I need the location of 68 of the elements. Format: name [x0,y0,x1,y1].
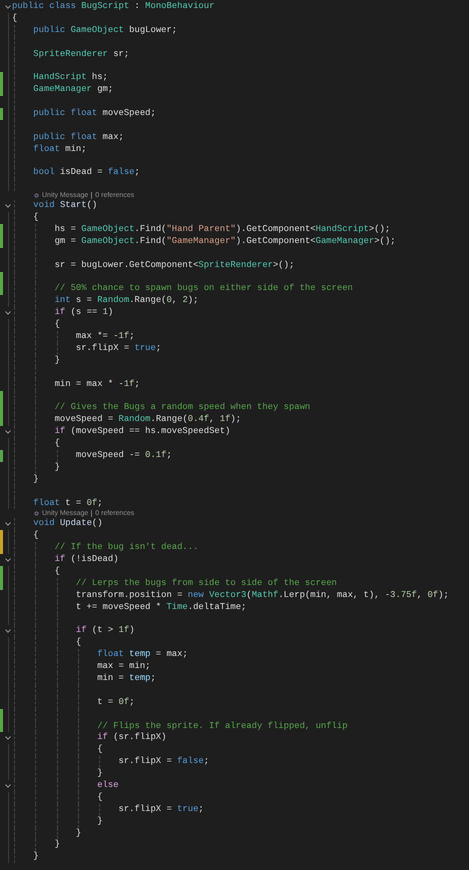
code-line: GameManager gm; [32,84,114,96]
chevron-icon[interactable] [5,784,11,788]
code-line: if (!isDead) [54,554,119,566]
code-line: HandScript hs; [32,72,108,84]
code-line: float min; [32,144,87,156]
chevron-icon[interactable] [5,736,11,740]
code-line: float temp = max; [96,649,188,662]
code-line: sr = bugLower.GetComponent<SpriteRenderer>(); [54,260,294,272]
codelens-icon [34,511,39,516]
code-line: } [32,851,39,864]
code-line: max *= -1f; [74,331,135,343]
code-line: } [54,462,60,474]
code-line: // If the bug isn't dead... [54,542,198,554]
code-line: t = 0f; [96,696,135,709]
code-line: gm = GameObject.Find("GameManager").GetComponent<GameManager>(); [54,236,396,248]
code-line: public class BugScript : MonoBehaviour [12,1,214,13]
code-line: moveSpeed -= 0.1f; [74,450,172,462]
code-line: if (moveSpeed == hs.moveSpeedSet) [54,426,230,438]
code-line: // Flips the sprite. If already flipped, unflip [96,720,348,732]
chevron-icon[interactable] [5,522,11,526]
code-line: if (t > 1f) [74,625,135,638]
code-line: { [54,319,60,332]
codelens-icon [34,193,39,198]
code-line: // Gives the Bugs a random speed when they spawn [54,402,310,414]
code-line: public GameObject bugLower; [32,24,178,37]
chevron-icon[interactable] [5,204,11,208]
code-line: { [74,637,82,650]
code-line: } [54,354,60,367]
code-line: min = max * -1f; [54,378,140,390]
code-line: bool isDead = false; [32,167,140,180]
code-line: t += moveSpeed * Time.deltaTime; [74,602,246,614]
code-line: { [32,530,39,542]
code-line: moveSpeed = Random.Range(0.4f, 1f); [54,414,242,426]
code-line: { [96,744,103,756]
code-line: transform.position = new Vector3(Mathf.Lerp(min, max, t), -3.75f, 0f); [74,590,449,602]
code-line: int s = Random.Range(0, 2); [54,295,198,308]
code-line: { [54,438,60,450]
code-line: else [96,780,119,792]
code-line: public float max; [32,132,124,144]
code-line: void Update() [32,518,103,530]
chevron-icon[interactable] [5,311,11,316]
code-line: } [32,474,39,486]
code-line: { [12,12,18,25]
chevron-icon[interactable] [5,629,11,634]
code-line: // 50% chance to spawn bugs on either side of the screen [54,283,353,296]
code-line: sr.flipX = true; [74,342,162,355]
code-line: max = min; [96,661,150,673]
code-line: } [96,816,103,828]
code-line: if (s == 1) [54,307,114,320]
code-line: SpriteRenderer sr; [32,48,130,60]
code-line: { [96,792,103,804]
code-line: } [74,828,82,840]
code-line: { [54,566,60,578]
code-line: // Lerps the bugs from side to side of the screen [74,578,337,590]
code-line: sr.flipX = false; [118,756,210,768]
code-line: min = temp; [96,672,156,685]
code-line: void Start() [32,200,98,212]
chevron-icon[interactable] [5,430,11,434]
code-line: sr.flipX = true; [118,804,204,816]
code-line: { [32,212,39,224]
chevron-icon[interactable] [5,558,11,562]
code-line: } [96,768,103,780]
code-line: if (sr.flipX) [96,732,166,744]
code-line: public float moveSpeed; [32,108,156,120]
code-line: } [54,839,60,852]
code-line: hs = GameObject.Find("Hand Parent").GetComponent<HandScript>(); [54,224,390,236]
chevron-icon[interactable] [5,5,11,9]
code-line: float t = 0f; [32,498,103,510]
